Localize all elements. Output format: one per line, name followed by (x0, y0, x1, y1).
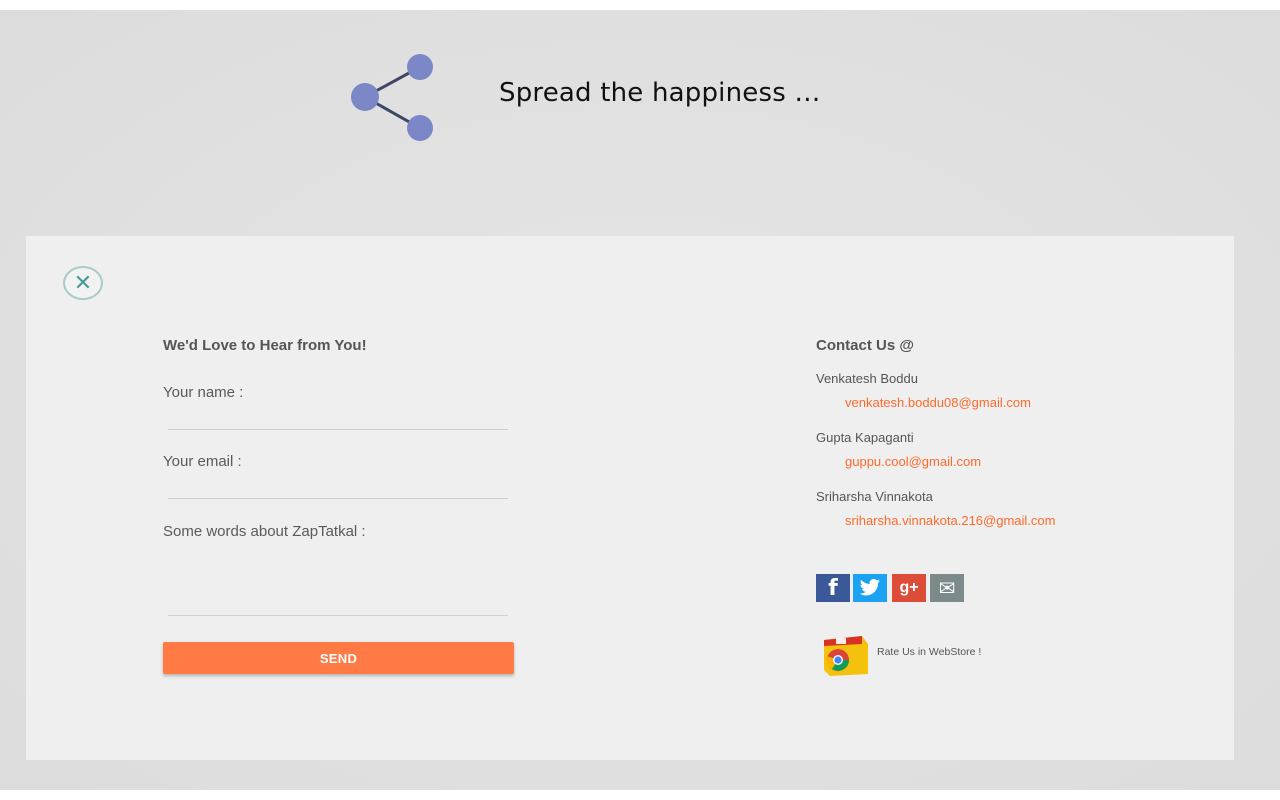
name-input[interactable] (168, 407, 508, 430)
contact-email-link[interactable]: sriharsha.vinnakota.216@gmail.com (845, 513, 1055, 528)
facebook-share-button[interactable]: f (816, 574, 850, 602)
form-title: We'd Love to Hear from You! (163, 337, 367, 354)
rate-webstore-label: Rate Us in WebStore ! (877, 646, 982, 658)
contact-email-link[interactable]: guppu.cool@gmail.com (845, 454, 981, 469)
message-label: Some words about ZapTatkal : (163, 523, 366, 540)
email-label: Your email : (163, 453, 242, 470)
chrome-webstore-icon (824, 636, 868, 676)
share-icon (351, 54, 433, 141)
mail-share-button[interactable]: ✉ (930, 574, 964, 602)
twitter-share-button[interactable] (853, 574, 887, 602)
contact-title: Contact Us @ (816, 337, 914, 354)
close-icon: ✕ (73, 270, 93, 295)
google-plus-icon: g+ (899, 579, 919, 596)
contact-name: Sriharsha Vinnakota (816, 489, 933, 504)
page-tagline: Spread the happiness … (499, 78, 821, 108)
facebook-icon: f (828, 575, 838, 601)
send-button[interactable]: SEND (163, 642, 514, 674)
twitter-icon (859, 579, 880, 596)
contact-name: Venkatesh Boddu (816, 371, 918, 386)
message-textarea[interactable] (168, 548, 508, 616)
google-plus-share-button[interactable]: g+ (892, 574, 926, 602)
mail-icon: ✉ (938, 576, 956, 600)
name-label: Your name : (163, 384, 244, 401)
close-button[interactable]: ✕ (63, 266, 103, 300)
contact-email-link[interactable]: venkatesh.boddu08@gmail.com (845, 395, 1031, 410)
contact-name: Gupta Kapaganti (816, 430, 914, 445)
email-input[interactable] (168, 476, 508, 499)
